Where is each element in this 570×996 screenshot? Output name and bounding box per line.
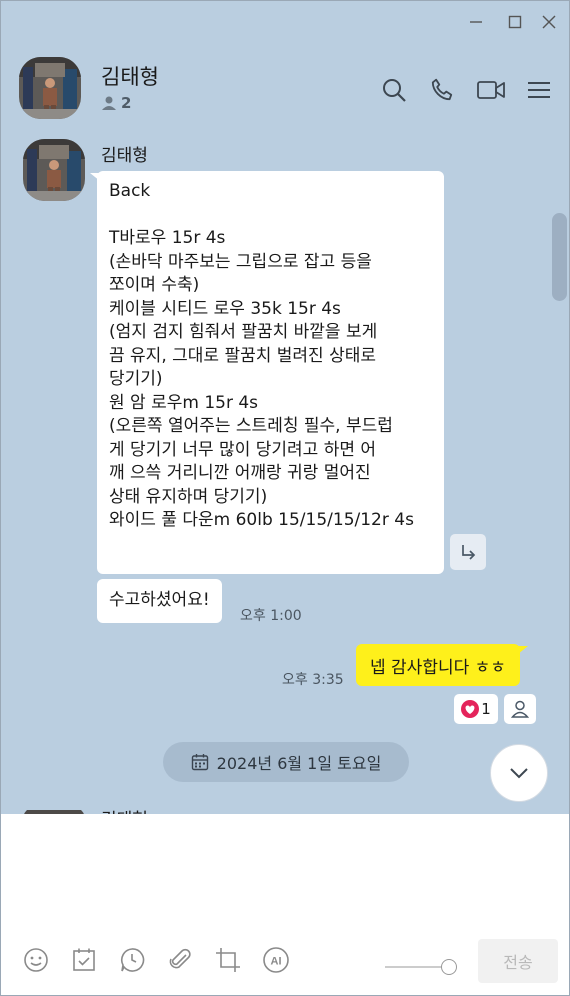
message-line — [109, 204, 432, 228]
message-line: 게 당기기 너무 많이 당기려고 하면 어 — [109, 439, 377, 460]
message-line: 당기기) — [109, 369, 163, 389]
minimize-button[interactable] — [465, 11, 487, 33]
capture-button[interactable] — [213, 945, 243, 975]
reaction-count: 1 — [481, 700, 491, 718]
emoji-icon — [24, 948, 48, 972]
message-bubble[interactable]: 수고하셨어요! — [97, 579, 222, 623]
call-button[interactable] — [427, 75, 457, 105]
message-line: (오른쪽 열어주는 스트레칭 필수, 부드럽 — [109, 416, 393, 436]
search-button[interactable] — [379, 75, 409, 105]
message-line: 깨 으쓱 거리니깐 어깨랑 귀랑 멀어진 — [109, 463, 371, 483]
message-bubble[interactable]: Back T바로우 15r 4s (손바닥 마주보는 그립으로 잡고 등을 쪼이… — [90, 171, 444, 574]
search-icon — [383, 79, 406, 102]
heart-reaction[interactable]: 1 — [454, 694, 498, 724]
video-icon — [477, 81, 505, 99]
slider-track — [385, 966, 449, 968]
attach-file-button[interactable] — [165, 945, 195, 975]
message-line: (엄지 검지 힘줘서 팔꿈치 바깥을 보게 — [109, 322, 378, 342]
menu-button[interactable] — [524, 75, 554, 105]
message-line: 끔 유지, 그대로 팔꿈치 벌려진 상태로 — [109, 345, 377, 366]
font-size-slider[interactable] — [385, 959, 457, 975]
chevron-down-icon — [510, 768, 528, 779]
close-icon — [542, 15, 556, 29]
schedule-button[interactable] — [69, 945, 99, 975]
ai-button[interactable]: AI — [261, 945, 291, 975]
bubble-tail — [90, 173, 100, 181]
minimize-icon — [470, 21, 482, 23]
sender-name: 김태형 — [101, 146, 148, 166]
clock-icon — [120, 948, 145, 972]
scroll-to-bottom-button[interactable] — [490, 744, 548, 802]
heart-icon — [461, 700, 480, 718]
calendar-icon — [191, 754, 208, 771]
my-message-bubble[interactable]: 넵 감사합니다 ㅎㅎ — [356, 644, 528, 686]
message-line: Back — [109, 181, 151, 201]
person-icon — [102, 96, 116, 110]
message-time: 오후 3:35 — [282, 672, 344, 688]
add-reaction-button[interactable] — [504, 694, 536, 724]
chat-header: 김태형 2 — [1, 43, 569, 133]
title-bar — [1, 1, 569, 43]
chat-avatar[interactable] — [19, 57, 81, 119]
ai-label: AI — [271, 956, 282, 968]
message-input[interactable] — [1, 814, 569, 929]
maximize-icon — [508, 15, 522, 29]
message-composer: AI 전송 — [1, 814, 569, 995]
calendar-check-icon — [73, 948, 95, 971]
hamburger-menu-icon — [528, 82, 550, 98]
maximize-button[interactable] — [504, 11, 526, 33]
message-line: 쪼이며 수축) — [109, 275, 200, 295]
chat-window: 김태형 2 김태형 Back T바로우 15r 4s (손바닥 마주보는 그립으… — [0, 0, 570, 996]
video-call-button[interactable] — [476, 75, 506, 105]
reply-button[interactable] — [450, 534, 486, 570]
date-separator-text: 2024년 6월 1일 토요일 — [216, 754, 382, 773]
chat-title: 김태형 — [101, 65, 159, 89]
scrollbar-thumb[interactable] — [552, 213, 567, 301]
member-count-value: 2 — [121, 94, 132, 112]
message-line: 상태 유지하며 당기기) — [109, 486, 268, 507]
emoji-button[interactable] — [21, 945, 51, 975]
bubble-tail — [517, 646, 528, 654]
reserved-message-button[interactable] — [117, 945, 147, 975]
person-outline-icon — [510, 700, 530, 718]
profile-photo — [23, 139, 85, 201]
profile-photo — [19, 57, 81, 119]
message-line: 케이블 시티드 로우 35k 15r 4s — [109, 298, 341, 319]
message-line: T바로우 15r 4s — [109, 228, 226, 248]
send-button[interactable]: 전송 — [478, 939, 558, 983]
member-count[interactable]: 2 — [101, 94, 131, 112]
phone-icon — [431, 78, 453, 101]
sender-name: 김태형 — [101, 805, 148, 814]
message-line: (손바닥 마주보는 그립으로 잡고 등을 — [109, 251, 372, 272]
reply-arrow-icon — [462, 545, 476, 560]
date-separator: 2024년 6월 1일 토요일 — [163, 742, 409, 782]
attachment-icon — [169, 948, 191, 969]
ai-icon: AI — [263, 947, 289, 973]
message-time: 오후 1:00 — [240, 608, 302, 624]
message-line: 원 암 로우m 15r 4s — [109, 392, 259, 413]
sender-avatar[interactable] — [23, 139, 85, 201]
close-button[interactable] — [538, 11, 560, 33]
crop-icon — [216, 948, 240, 972]
my-message-text: 넵 감사합니다 ㅎㅎ — [370, 657, 506, 678]
slider-knob[interactable] — [441, 959, 457, 975]
message-line: 와이드 풀 다운m 60lb 15/15/15/12r 4s — [109, 510, 414, 530]
